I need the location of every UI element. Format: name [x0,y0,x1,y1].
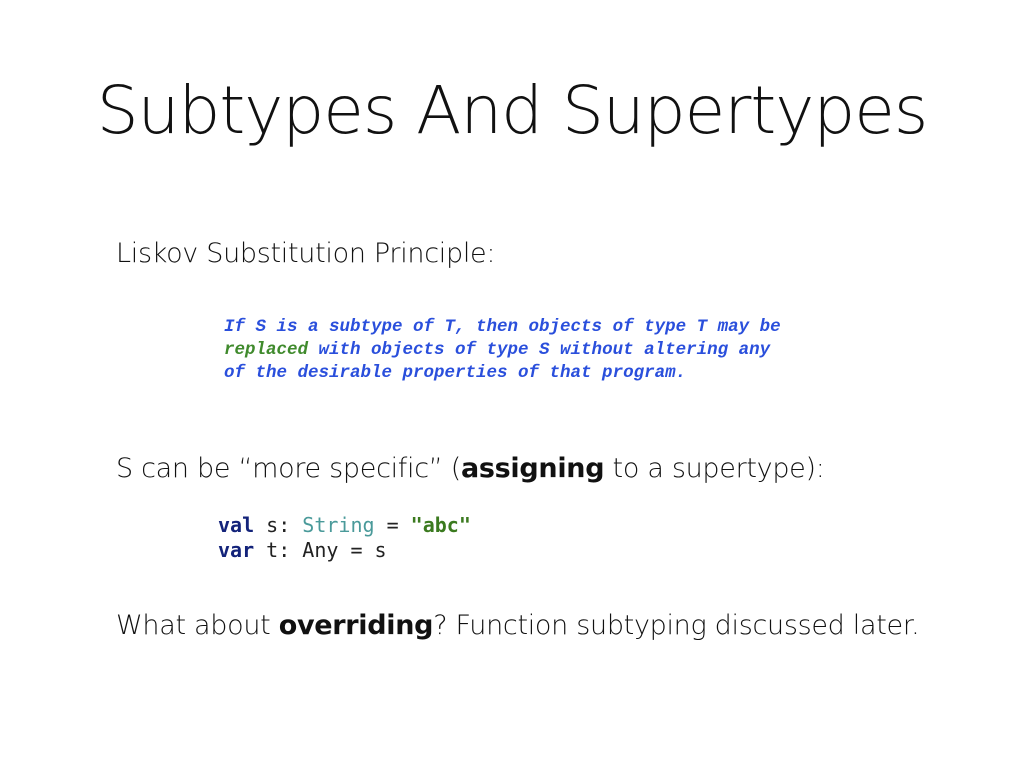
overriding-before: What about [116,610,279,641]
quote-line-1: If S is a subtype of T, then objects of … [224,317,781,337]
code-block: val s: String = "abc" var t: Any = s [218,513,471,563]
overriding-bold: overriding [278,610,434,641]
quote-line-3: of the desirable properties of that prog… [224,363,687,383]
quote-highlight-word: replaced [224,340,309,360]
more-specific-before: S can be “more specific” ( [116,453,461,484]
code-string-literal: "abc" [410,513,471,537]
more-specific-after: to a supertype): [604,453,825,484]
code-type-string: String [302,513,375,537]
code-name-s: s: [254,513,303,537]
quote-line-2: with objects of type S without altering … [308,340,771,360]
more-specific-bold: assigning [460,453,605,484]
overriding-text: What about overriding? Function subtypin… [116,610,920,641]
code-line-2-rest: t: Any = s [254,538,387,562]
more-specific-text: S can be “more specific” (assigning to a… [116,453,825,484]
lsp-label: Liskov Substitution Principle: [116,238,496,269]
code-equals: = [374,513,411,537]
code-keyword-var: var [218,538,255,562]
slide-title: Subtypes And Supertypes [96,72,928,149]
overriding-after: ? Function subtyping discussed later. [433,610,920,641]
code-keyword-val: val [218,513,255,537]
lsp-quote: If S is a subtype of T, then objects of … [224,316,781,385]
slide: Subtypes And Supertypes Liskov Substitut… [0,0,1024,768]
